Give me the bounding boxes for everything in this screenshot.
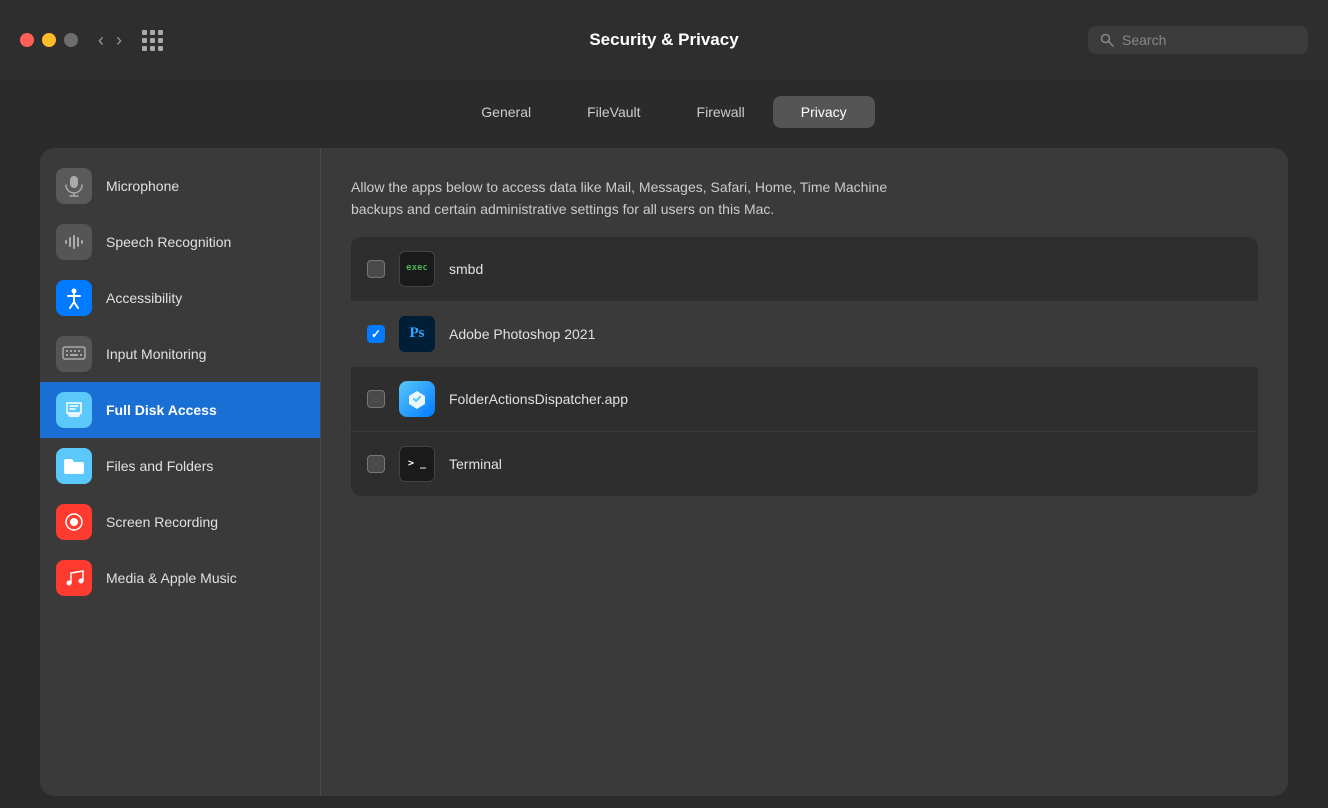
minimize-button[interactable] bbox=[42, 33, 56, 47]
nav-arrows: ‹ › bbox=[98, 31, 122, 49]
smbd-name: smbd bbox=[449, 261, 483, 277]
content-area: Microphone Speech Recognition bbox=[40, 148, 1288, 796]
back-arrow[interactable]: ‹ bbox=[98, 31, 104, 49]
sidebar-label-speech: Speech Recognition bbox=[106, 234, 231, 250]
sidebar-label-media-music: Media & Apple Music bbox=[106, 570, 237, 586]
titlebar: ‹ › Security & Privacy bbox=[0, 0, 1328, 80]
forward-arrow[interactable]: › bbox=[116, 31, 122, 49]
folder-actions-icon bbox=[399, 381, 435, 417]
media-apple-music-icon bbox=[56, 560, 92, 596]
sidebar-item-speech-recognition[interactable]: Speech Recognition bbox=[40, 214, 320, 270]
sidebar-item-files-and-folders[interactable]: Files and Folders bbox=[40, 438, 320, 494]
right-panel: Allow the apps below to access data like… bbox=[320, 148, 1288, 796]
sidebar-item-media-apple-music[interactable]: Media & Apple Music bbox=[40, 550, 320, 606]
search-icon bbox=[1100, 33, 1114, 47]
maximize-button[interactable] bbox=[64, 33, 78, 47]
table-row[interactable]: FolderActionsDispatcher.app bbox=[351, 367, 1258, 432]
smbd-icon: exec bbox=[399, 251, 435, 287]
close-button[interactable] bbox=[20, 33, 34, 47]
tab-firewall[interactable]: Firewall bbox=[669, 96, 773, 128]
table-row[interactable]: > _ Terminal bbox=[351, 432, 1258, 496]
main-content: General FileVault Firewall Privacy Micro… bbox=[0, 80, 1328, 808]
tabs: General FileVault Firewall Privacy bbox=[40, 80, 1288, 148]
table-row[interactable]: ✓ Ps Adobe Photoshop 2021 bbox=[351, 302, 1258, 367]
tab-privacy[interactable]: Privacy bbox=[773, 96, 875, 128]
tab-general[interactable]: General bbox=[453, 96, 559, 128]
sidebar-label-screen-recording: Screen Recording bbox=[106, 514, 218, 530]
sidebar-item-input-monitoring[interactable]: Input Monitoring bbox=[40, 326, 320, 382]
window-controls bbox=[20, 33, 78, 47]
screen-recording-icon bbox=[56, 504, 92, 540]
accessibility-icon bbox=[56, 280, 92, 316]
sidebar-label-input-monitoring: Input Monitoring bbox=[106, 346, 206, 362]
sidebar-label-full-disk: Full Disk Access bbox=[106, 402, 217, 418]
tab-filevault[interactable]: FileVault bbox=[559, 96, 668, 128]
search-box[interactable] bbox=[1088, 26, 1308, 54]
sidebar-label-microphone: Microphone bbox=[106, 178, 179, 194]
sidebar-item-full-disk-access[interactable]: Full Disk Access bbox=[40, 382, 320, 438]
photoshop-checkbox[interactable]: ✓ bbox=[367, 325, 385, 343]
sidebar: Microphone Speech Recognition bbox=[40, 148, 320, 796]
terminal-icon: > _ bbox=[399, 446, 435, 482]
microphone-icon bbox=[56, 168, 92, 204]
sidebar-label-accessibility: Accessibility bbox=[106, 290, 182, 306]
search-input[interactable] bbox=[1122, 32, 1296, 48]
terminal-name: Terminal bbox=[449, 456, 502, 472]
sidebar-item-microphone[interactable]: Microphone bbox=[40, 158, 320, 214]
full-disk-access-icon bbox=[56, 392, 92, 428]
folder-actions-checkbox[interactable] bbox=[367, 390, 385, 408]
speech-recognition-icon bbox=[56, 224, 92, 260]
smbd-checkbox[interactable] bbox=[367, 260, 385, 278]
folder-actions-name: FolderActionsDispatcher.app bbox=[449, 391, 628, 407]
photoshop-name: Adobe Photoshop 2021 bbox=[449, 326, 595, 342]
input-monitoring-icon bbox=[56, 336, 92, 372]
sidebar-item-accessibility[interactable]: Accessibility bbox=[40, 270, 320, 326]
table-row[interactable]: exec smbd bbox=[351, 237, 1258, 302]
window-title: Security & Privacy bbox=[589, 30, 738, 50]
apps-grid-icon[interactable] bbox=[142, 30, 163, 51]
files-folders-icon bbox=[56, 448, 92, 484]
app-list: exec smbd ✓ Ps Adobe Photoshop 2021 bbox=[351, 237, 1258, 496]
sidebar-item-screen-recording[interactable]: Screen Recording bbox=[40, 494, 320, 550]
checkmark-icon: ✓ bbox=[371, 327, 381, 341]
description-text: Allow the apps below to access data like… bbox=[351, 176, 931, 221]
sidebar-label-files-folders: Files and Folders bbox=[106, 458, 213, 474]
photoshop-icon: Ps bbox=[399, 316, 435, 352]
terminal-checkbox[interactable] bbox=[367, 455, 385, 473]
